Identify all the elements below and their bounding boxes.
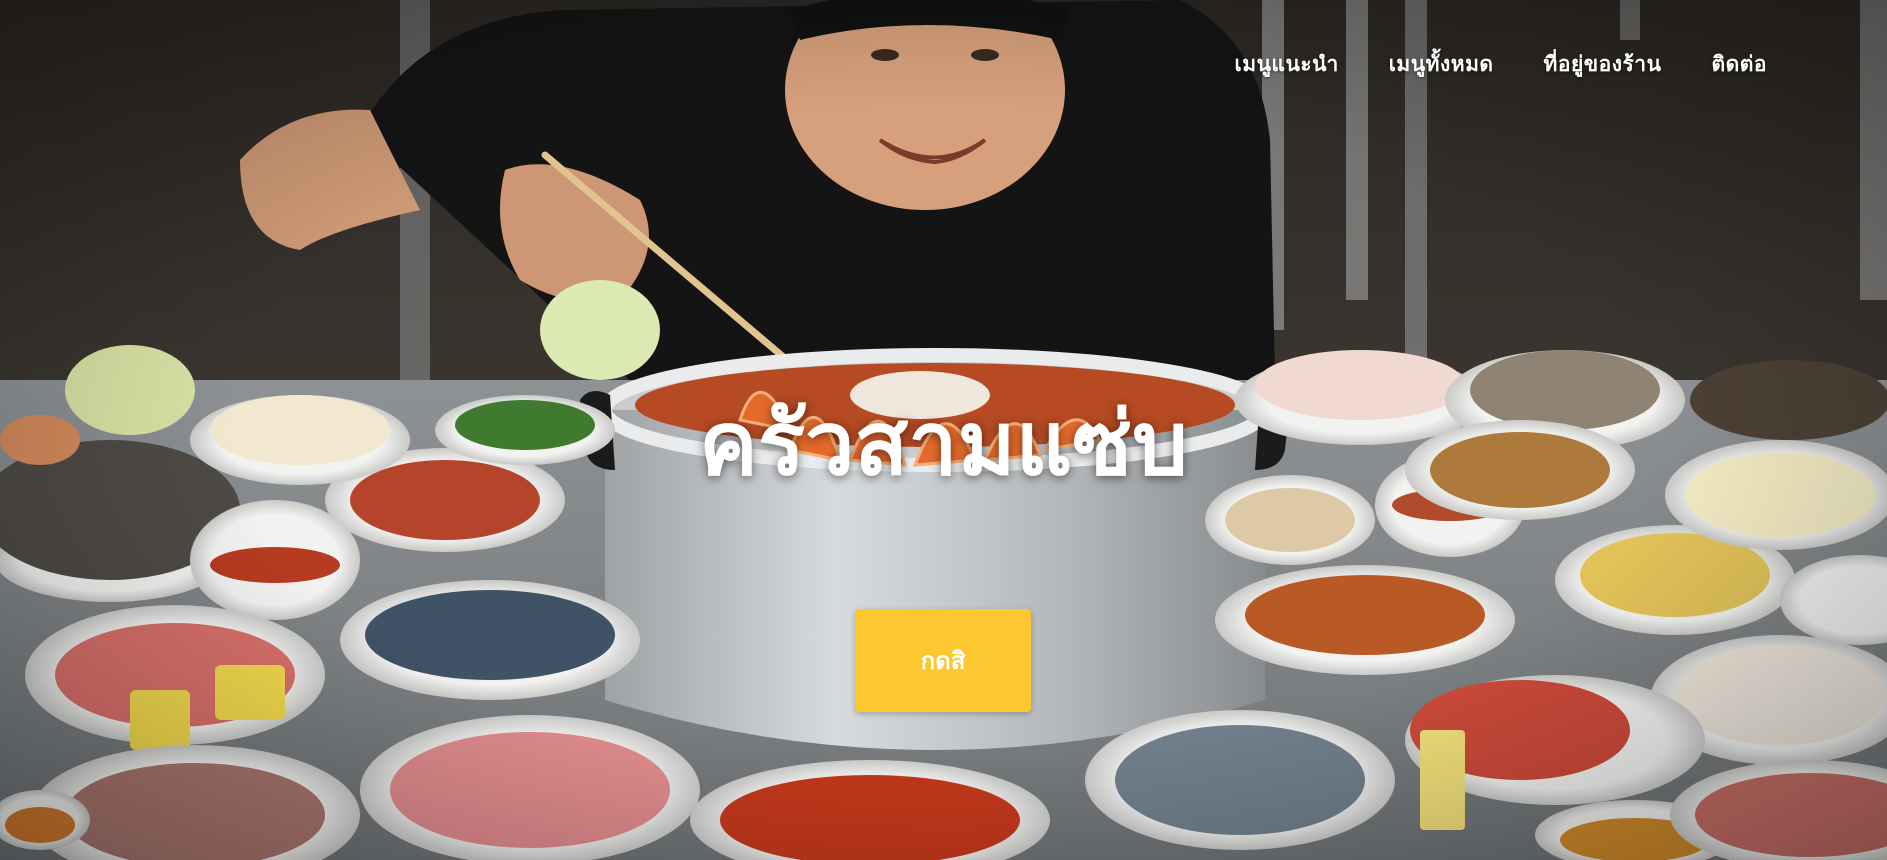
nav-item-store-location[interactable]: ที่อยู่ของร้าน <box>1544 48 1662 81</box>
nav-item-all-menu[interactable]: เมนูทั้งหมด <box>1389 48 1494 81</box>
hero-title: ครัวสามแซ่บ <box>699 392 1188 495</box>
main-nav: เมนูแนะนำ เมนูทั้งหมด ที่อยู่ของร้าน ติด… <box>1235 48 1767 81</box>
nav-item-contact[interactable]: ติดต่อ <box>1711 48 1767 81</box>
hero-section: เมนูแนะนำ เมนูทั้งหมด ที่อยู่ของร้าน ติด… <box>0 0 1887 860</box>
nav-item-recommended-menu[interactable]: เมนูแนะนำ <box>1235 48 1339 81</box>
cta-button[interactable]: กดสิ <box>855 609 1031 712</box>
